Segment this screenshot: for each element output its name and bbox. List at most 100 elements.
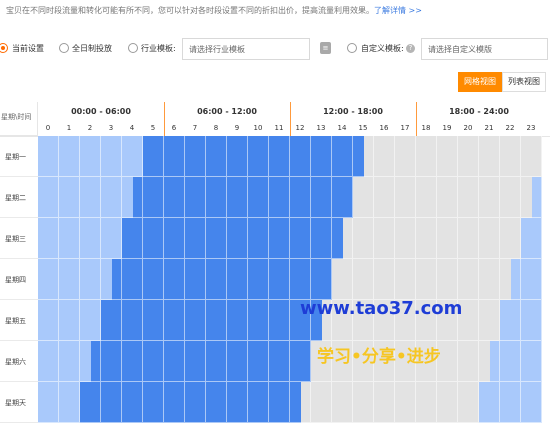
time-slot-cell[interactable]: [521, 341, 532, 382]
time-slot-cell[interactable]: [206, 382, 217, 423]
template-doc-icon[interactable]: ≡: [320, 42, 331, 54]
time-slot-cell[interactable]: [59, 382, 70, 423]
time-slot-cell[interactable]: [227, 341, 238, 382]
time-slot-cell[interactable]: [342, 382, 353, 423]
time-slot-cell[interactable]: [258, 218, 269, 259]
time-slot-cell[interactable]: [290, 177, 301, 218]
time-slot-cell[interactable]: [185, 218, 196, 259]
time-slot-cell[interactable]: [185, 300, 196, 341]
learn-more-link[interactable]: 了解详情 >>: [374, 6, 422, 15]
time-slot-cell[interactable]: [216, 218, 227, 259]
time-slot-cell[interactable]: [143, 300, 154, 341]
time-slot-cell[interactable]: [90, 300, 101, 341]
time-slot-cell[interactable]: [489, 300, 500, 341]
time-slot-cell[interactable]: [111, 341, 122, 382]
time-slot-cell[interactable]: [227, 218, 238, 259]
time-slot-cell[interactable]: [300, 341, 311, 382]
time-slot-cell[interactable]: [132, 341, 143, 382]
time-slot-cell[interactable]: [237, 382, 248, 423]
time-slot-cell[interactable]: [101, 341, 112, 382]
time-slot-cell[interactable]: [416, 259, 427, 300]
time-slot-cell[interactable]: [111, 259, 122, 300]
time-slot-cell[interactable]: [195, 177, 206, 218]
time-slot-cell[interactable]: [395, 136, 406, 177]
time-slot-cell[interactable]: [500, 300, 511, 341]
time-slot-cell[interactable]: [279, 341, 290, 382]
time-slot-cell[interactable]: [237, 300, 248, 341]
time-slot-cell[interactable]: [468, 382, 479, 423]
time-slot-cell[interactable]: [300, 259, 311, 300]
time-slot-cell[interactable]: [80, 218, 91, 259]
time-slot-cell[interactable]: [101, 259, 112, 300]
time-slot-cell[interactable]: [384, 218, 395, 259]
time-slot-cell[interactable]: [69, 300, 80, 341]
time-slot-cell[interactable]: [258, 259, 269, 300]
help-icon[interactable]: ?: [406, 44, 415, 53]
time-slot-cell[interactable]: [269, 259, 280, 300]
time-slot-cell[interactable]: [290, 218, 301, 259]
time-slot-cell[interactable]: [489, 382, 500, 423]
time-slot-cell[interactable]: [195, 300, 206, 341]
time-slot-cell[interactable]: [111, 136, 122, 177]
time-slot-cell[interactable]: [269, 177, 280, 218]
time-slot-cell[interactable]: [48, 341, 59, 382]
time-slot-cell[interactable]: [405, 177, 416, 218]
time-slot-cell[interactable]: [332, 382, 343, 423]
time-slot-cell[interactable]: [363, 177, 374, 218]
time-slot-cell[interactable]: [437, 382, 448, 423]
time-slot-cell[interactable]: [521, 300, 532, 341]
time-slot-cell[interactable]: [206, 259, 217, 300]
time-slot-cell[interactable]: [206, 341, 217, 382]
time-slot-cell[interactable]: [479, 300, 490, 341]
time-slot-cell[interactable]: [164, 218, 175, 259]
time-slot-cell[interactable]: [437, 218, 448, 259]
time-slot-cell[interactable]: [227, 136, 238, 177]
time-slot-cell[interactable]: [332, 136, 343, 177]
time-slot-cell[interactable]: [38, 218, 49, 259]
time-slot-cell[interactable]: [216, 259, 227, 300]
time-slot-cell[interactable]: [153, 218, 164, 259]
time-slot-cell[interactable]: [290, 259, 301, 300]
time-slot-cell[interactable]: [122, 300, 133, 341]
time-slot-cell[interactable]: [195, 136, 206, 177]
time-slot-cell[interactable]: [101, 382, 112, 423]
time-slot-cell[interactable]: [500, 382, 511, 423]
time-slot-cell[interactable]: [269, 300, 280, 341]
time-slot-cell[interactable]: [143, 218, 154, 259]
list-view-button[interactable]: 列表视图: [502, 72, 546, 92]
time-slot-cell[interactable]: [363, 136, 374, 177]
time-slot-cell[interactable]: [458, 259, 469, 300]
time-slot-cell[interactable]: [489, 259, 500, 300]
time-slot-cell[interactable]: [132, 136, 143, 177]
time-slot-cell[interactable]: [531, 177, 542, 218]
time-slot-cell[interactable]: [38, 341, 49, 382]
time-slot-cell[interactable]: [279, 136, 290, 177]
time-slot-cell[interactable]: [227, 382, 238, 423]
time-slot-cell[interactable]: [132, 382, 143, 423]
time-slot-cell[interactable]: [143, 177, 154, 218]
time-slot-cell[interactable]: [90, 136, 101, 177]
time-slot-cell[interactable]: [353, 177, 364, 218]
time-slot-cell[interactable]: [48, 300, 59, 341]
time-slot-cell[interactable]: [206, 177, 217, 218]
time-slot-cell[interactable]: [237, 177, 248, 218]
time-slot-cell[interactable]: [69, 382, 80, 423]
time-slot-cell[interactable]: [38, 300, 49, 341]
time-slot-cell[interactable]: [132, 218, 143, 259]
time-slot-cell[interactable]: [38, 259, 49, 300]
time-slot-cell[interactable]: [174, 382, 185, 423]
time-slot-cell[interactable]: [38, 382, 49, 423]
time-slot-cell[interactable]: [164, 300, 175, 341]
time-slot-cell[interactable]: [447, 259, 458, 300]
time-slot-cell[interactable]: [531, 259, 542, 300]
time-slot-cell[interactable]: [510, 136, 521, 177]
time-slot-cell[interactable]: [269, 136, 280, 177]
time-slot-cell[interactable]: [90, 177, 101, 218]
time-slot-cell[interactable]: [164, 259, 175, 300]
time-slot-cell[interactable]: [353, 218, 364, 259]
time-slot-cell[interactable]: [500, 136, 511, 177]
time-slot-cell[interactable]: [269, 341, 280, 382]
time-slot-cell[interactable]: [164, 177, 175, 218]
time-slot-cell[interactable]: [185, 259, 196, 300]
time-slot-cell[interactable]: [248, 382, 259, 423]
